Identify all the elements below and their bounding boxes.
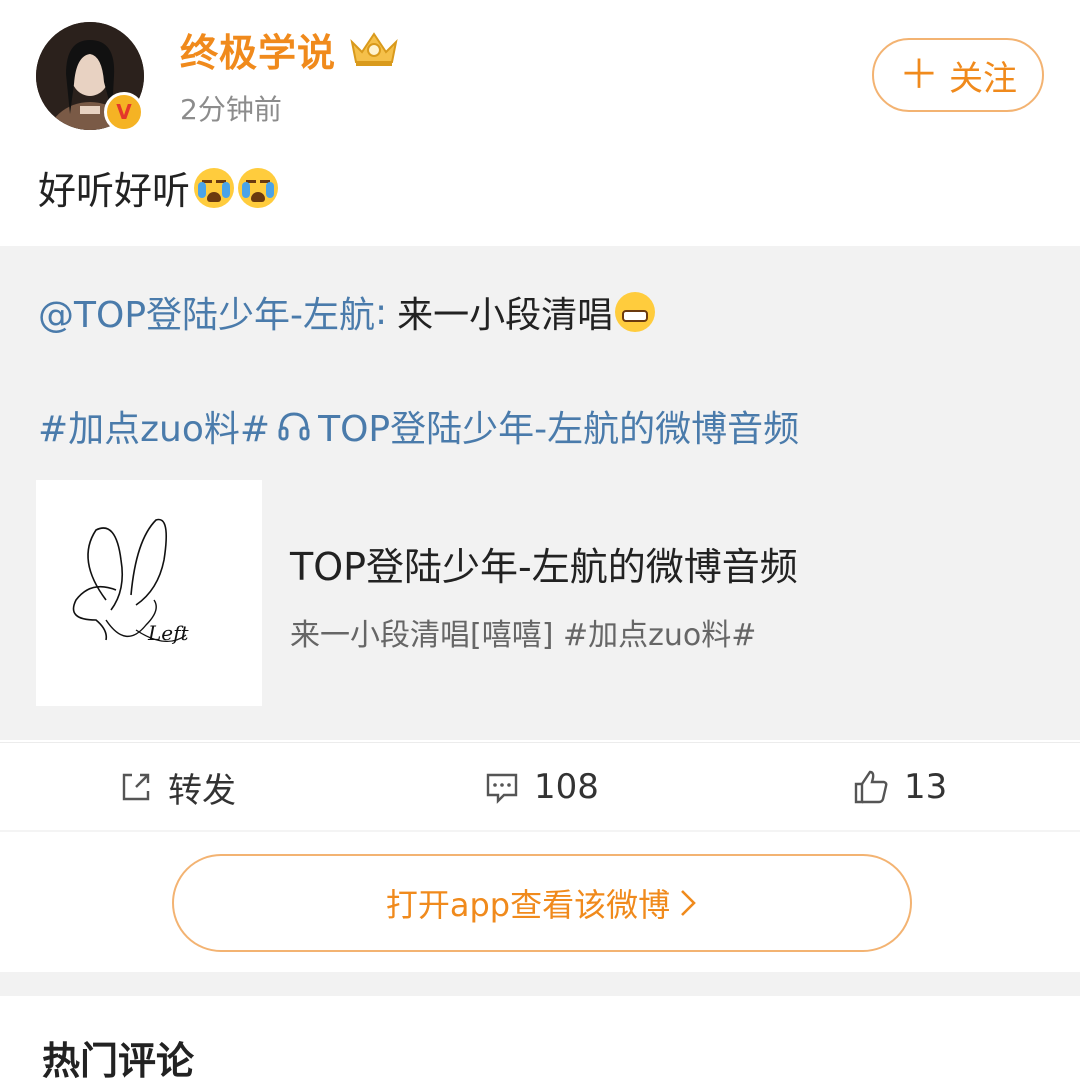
post-text-content: 好听好听: [38, 169, 191, 213]
audio-card-desc: 来一小段清唱[嘻嘻] #加点zuo料#: [290, 618, 757, 653]
signature-text: Left: [147, 621, 190, 645]
crying-emoji-icon: [194, 167, 235, 208]
post-time: 2分钟前: [180, 93, 282, 126]
action-bar: 转发 108 13: [0, 742, 1080, 831]
audio-cover[interactable]: Left: [36, 480, 262, 706]
headphones-icon: [278, 412, 310, 441]
like-count: 13: [904, 767, 948, 807]
chevron-right-icon: [681, 890, 696, 916]
open-app-label: 打开app查看该微博: [385, 886, 671, 924]
plus-icon: ＋: [899, 52, 939, 98]
like-button[interactable]: 13: [852, 743, 947, 831]
grin-emoji-icon: [615, 292, 656, 332]
comment-button[interactable]: 108: [484, 743, 599, 831]
follow-label: 关注: [949, 58, 1017, 99]
crying-emoji-icon: [238, 167, 279, 208]
hot-comments-title: 热门评论: [42, 1039, 195, 1083]
follow-button[interactable]: ＋ 关注: [872, 38, 1044, 112]
mention-colon: :: [375, 291, 388, 333]
mention-link[interactable]: @TOP登陆少年-左航: [38, 286, 375, 338]
section-divider: [0, 972, 1080, 996]
repost-button[interactable]: 转发: [118, 743, 236, 831]
hashtag-link[interactable]: #加点zuo料#: [38, 400, 270, 452]
share-icon: [122, 773, 150, 801]
signature-logo: Left: [72, 518, 190, 645]
comment-icon: [486, 773, 518, 804]
thumbs-up-icon: [854, 770, 888, 804]
username[interactable]: 终极学说: [180, 22, 336, 77]
divider: [0, 830, 1080, 832]
comment-count: 108: [534, 767, 599, 807]
repost-content: 来一小段清唱: [397, 295, 614, 336]
post-text: 好听好听: [38, 160, 279, 215]
repost-links: #加点zuo料# TOP登陆少年-左航的微博音频: [38, 400, 799, 452]
repost-label: 转发: [168, 770, 236, 811]
open-app-button[interactable]: 打开app查看该微博: [172, 854, 912, 952]
crown-icon: [350, 32, 398, 66]
post-header: V 终极学说 2分钟前 ＋ 关注: [0, 0, 1080, 150]
verified-badge-icon: V: [104, 92, 144, 132]
audio-card-title[interactable]: TOP登陆少年-左航的微博音频: [290, 536, 798, 591]
repost-block[interactable]: @TOP登陆少年-左航 : 来一小段清唱 #加点zuo料# TOP登陆少年-左航…: [0, 246, 1080, 740]
repost-text: @TOP登陆少年-左航 : 来一小段清唱: [38, 286, 656, 338]
audio-link[interactable]: TOP登陆少年-左航的微博音频: [318, 400, 799, 452]
